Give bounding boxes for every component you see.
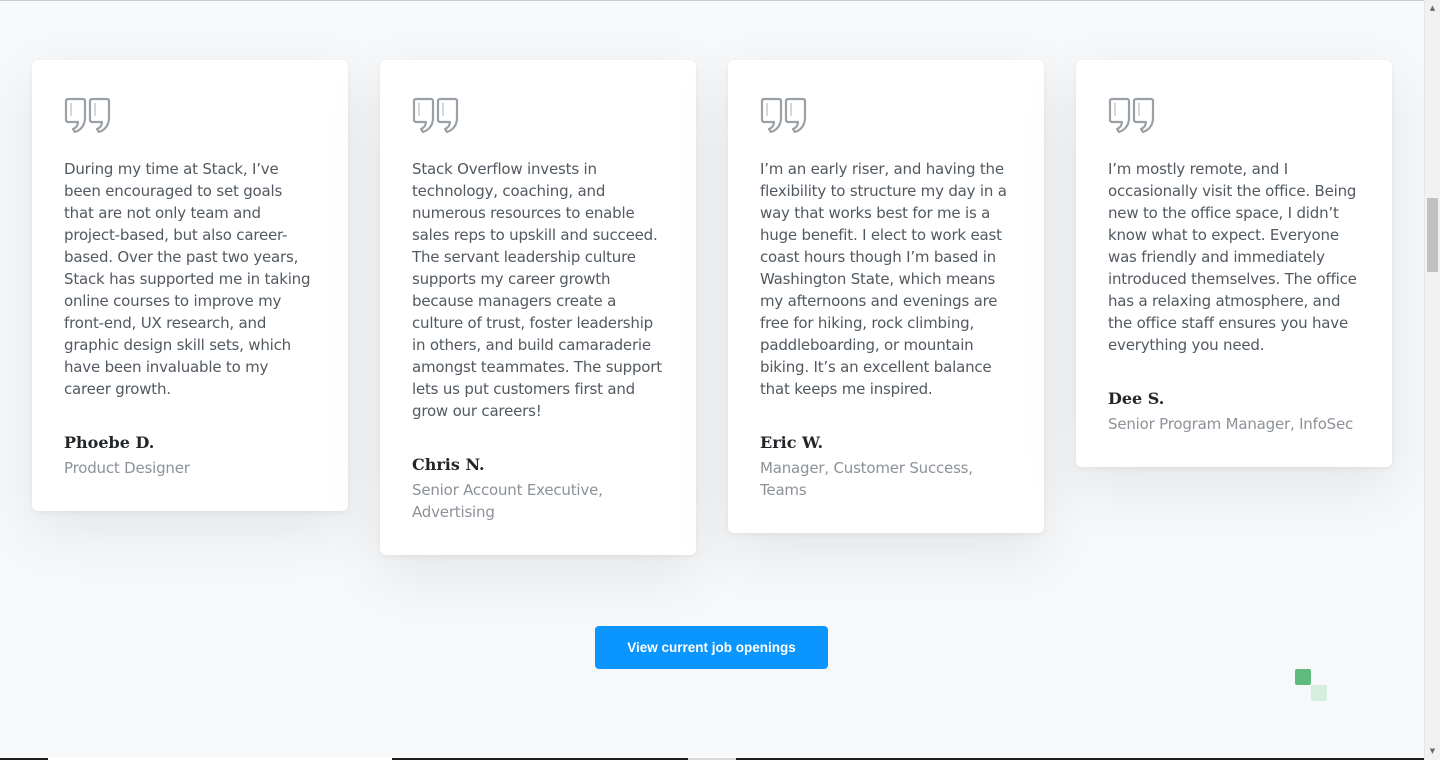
scrollbar-thumb[interactable] xyxy=(1427,198,1438,272)
quote-icon xyxy=(760,97,807,134)
testimonial-author-name: Dee S. xyxy=(1108,389,1165,408)
testimonial-card: During my time at Stack, I’ve been encou… xyxy=(32,60,348,511)
vertical-scrollbar[interactable]: ▲ ▼ xyxy=(1424,0,1440,760)
testimonial-text: I’m an early riser, and having the flexi… xyxy=(760,160,1007,398)
page: During my time at Stack, I’ve been encou… xyxy=(0,0,1440,760)
testimonial-author-role: Manager, Customer Success, Teams xyxy=(760,459,973,499)
squares-decoration xyxy=(1295,669,1327,702)
green-square xyxy=(1295,669,1311,685)
testimonial-card: Stack Overflow invests in technology, co… xyxy=(380,60,696,555)
testimonial-author-name: Chris N. xyxy=(412,455,485,474)
view-job-openings-button[interactable]: View current job openings xyxy=(595,626,828,669)
testimonial-author-name: Phoebe D. xyxy=(64,433,155,452)
top-divider xyxy=(0,0,1424,1)
testimonial-author-role: Product Designer xyxy=(64,459,190,477)
quote-icon xyxy=(64,97,111,134)
scroll-down-arrow-icon[interactable]: ▼ xyxy=(1425,743,1440,758)
testimonial-text: Stack Overflow invests in technology, co… xyxy=(412,160,662,420)
quote-icon xyxy=(412,97,459,134)
testimonial-card: I’m an early riser, and having the flexi… xyxy=(728,60,1044,533)
testimonial-text: During my time at Stack, I’ve been encou… xyxy=(64,160,311,398)
testimonial-text: I’m mostly remote, and I occasionally vi… xyxy=(1108,160,1357,354)
testimonial-author-role: Senior Program Manager, InfoSec xyxy=(1108,415,1354,433)
light-green-square xyxy=(1311,685,1327,701)
scroll-up-arrow-icon[interactable]: ▲ xyxy=(1425,0,1440,15)
testimonial-author-name: Eric W. xyxy=(760,433,824,452)
testimonial-card: I’m mostly remote, and I occasionally vi… xyxy=(1076,60,1392,467)
quote-icon xyxy=(1108,97,1155,134)
testimonial-author-role: Senior Account Executive, Advertising xyxy=(412,481,603,521)
